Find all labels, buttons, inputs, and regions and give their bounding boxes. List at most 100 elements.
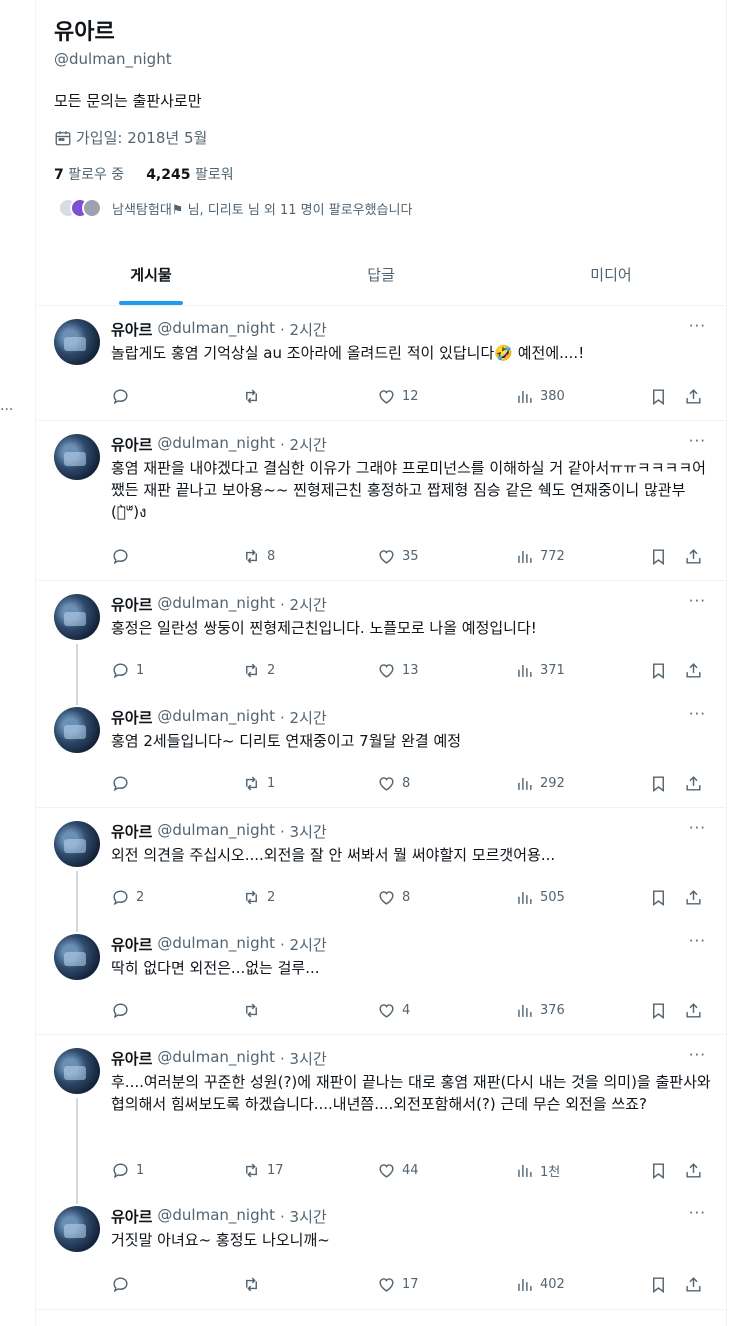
tweet-author-handle[interactable]: @dulman_night: [157, 1206, 275, 1227]
reply-button[interactable]: 2: [111, 888, 144, 907]
tweet-time[interactable]: · 2시간: [280, 319, 327, 340]
share-button[interactable]: [684, 661, 703, 680]
tweet-author-name[interactable]: 유아르: [111, 434, 152, 455]
tab-replies[interactable]: 답글: [266, 248, 496, 305]
bookmark-button[interactable]: [649, 888, 668, 907]
more-options-icon[interactable]: ···: [689, 1204, 706, 1222]
share-button[interactable]: [684, 774, 703, 793]
like-button[interactable]: 17: [377, 1275, 419, 1294]
avatar[interactable]: [54, 434, 100, 480]
like-button[interactable]: 13: [377, 661, 419, 680]
views-button[interactable]: 402: [515, 1275, 565, 1294]
tweet[interactable]: 유아르 @dulman_night · 3시간 ··· 거짓말 아녀요~ 홍정도 나…: [36, 1194, 726, 1310]
tweet-time[interactable]: · 2시간: [280, 594, 327, 615]
tweet-author-handle[interactable]: @dulman_night: [157, 594, 275, 615]
retweet-button[interactable]: [242, 1001, 267, 1020]
like-button[interactable]: 44: [377, 1161, 419, 1180]
followed-by-row[interactable]: 남색탐험대⚑ 님, 디리토 님 외 11 명이 팔로우했습니다: [58, 198, 412, 218]
retweet-button[interactable]: 2: [242, 888, 275, 907]
views-button[interactable]: 376: [515, 1001, 565, 1020]
tweet-author-name[interactable]: 유아르: [111, 319, 152, 340]
retweet-button[interactable]: 8: [242, 547, 275, 566]
views-button[interactable]: 772: [515, 547, 565, 566]
tweet[interactable]: 유아르 @dulman_night · 3시간 ··· 외전 의견을 주십시오...…: [36, 809, 726, 922]
tweet-author-handle[interactable]: @dulman_night: [157, 821, 275, 842]
tweet-author-name[interactable]: 유아르: [111, 934, 152, 955]
tweet-author-handle[interactable]: @dulman_night: [157, 1048, 275, 1069]
bookmark-button[interactable]: [649, 661, 668, 680]
views-button[interactable]: 1천: [515, 1161, 560, 1180]
tweet-author-name[interactable]: 유아르: [111, 1048, 152, 1069]
tweet-author-name[interactable]: 유아르: [111, 821, 152, 842]
share-button[interactable]: [684, 1275, 703, 1294]
bookmark-button[interactable]: [649, 1001, 668, 1020]
bookmark-button[interactable]: [649, 1275, 668, 1294]
reply-button[interactable]: [111, 547, 136, 566]
more-options-icon[interactable]: ···: [689, 317, 706, 335]
tweet-author-handle[interactable]: @dulman_night: [157, 319, 275, 340]
like-button[interactable]: 35: [377, 547, 419, 566]
tab-media[interactable]: 미디어: [496, 248, 726, 305]
tweet-author-name[interactable]: 유아르: [111, 1206, 152, 1227]
bookmark-button[interactable]: [649, 547, 668, 566]
avatar[interactable]: [54, 1048, 100, 1094]
share-button[interactable]: [684, 387, 703, 406]
tweet-author-name[interactable]: 유아르: [111, 594, 152, 615]
share-button[interactable]: [684, 547, 703, 566]
retweet-button[interactable]: 17: [242, 1161, 284, 1180]
reply-button[interactable]: [111, 774, 136, 793]
avatar[interactable]: [54, 934, 100, 980]
tweet-time[interactable]: · 3시간: [280, 1048, 327, 1069]
like-button[interactable]: 12: [377, 387, 419, 406]
retweet-button[interactable]: [242, 1275, 267, 1294]
tweet[interactable]: 유아르 @dulman_night · 2시간 ··· 홍정은 일란성 쌍둥이 찐형…: [36, 582, 726, 695]
tweet-time[interactable]: · 2시간: [280, 707, 327, 728]
retweet-button[interactable]: 1: [242, 774, 275, 793]
tweet[interactable]: 유아르 @dulman_night · 2시간 ··· 홍염 재판을 내야겠다고 결…: [36, 422, 726, 581]
tweet[interactable]: 유아르 @dulman_night · 2시간 ··· 놀랍게도 홍염 기억상실 a…: [36, 307, 726, 421]
avatar[interactable]: [54, 319, 100, 365]
tab-posts[interactable]: 게시물: [36, 248, 266, 305]
tweet-author-handle[interactable]: @dulman_night: [157, 434, 275, 455]
following-link[interactable]: 7 팔로우 중: [54, 164, 124, 184]
tweet-time[interactable]: · 2시간: [280, 434, 327, 455]
reply-button[interactable]: 1: [111, 1161, 144, 1180]
views-button[interactable]: 371: [515, 661, 565, 680]
bookmark-button[interactable]: [649, 1161, 668, 1180]
more-options-icon[interactable]: ···: [689, 705, 706, 723]
tweet-time[interactable]: · 3시간: [280, 1206, 327, 1227]
share-button[interactable]: [684, 1001, 703, 1020]
bookmark-button[interactable]: [649, 387, 668, 406]
views-button[interactable]: 380: [515, 387, 565, 406]
more-options-icon[interactable]: ···: [689, 819, 706, 837]
avatar[interactable]: [54, 1206, 100, 1252]
more-options-icon[interactable]: ···: [689, 1046, 706, 1064]
like-button[interactable]: 4: [377, 1001, 410, 1020]
tweet-author-name[interactable]: 유아르: [111, 707, 152, 728]
reply-button[interactable]: 1: [111, 661, 144, 680]
more-options-icon[interactable]: ···: [689, 592, 706, 610]
tweet-author-handle[interactable]: @dulman_night: [157, 707, 275, 728]
views-button[interactable]: 292: [515, 774, 565, 793]
views-button[interactable]: 505: [515, 888, 565, 907]
tweet[interactable]: 유아르 @dulman_night · 3시간 ··· 후....여러분의 꾸준한 …: [36, 1036, 726, 1194]
avatar[interactable]: [54, 821, 100, 867]
like-button[interactable]: 8: [377, 888, 410, 907]
retweet-button[interactable]: 2: [242, 661, 275, 680]
reply-button[interactable]: [111, 1275, 136, 1294]
tweet-time[interactable]: · 3시간: [280, 821, 327, 842]
reply-button[interactable]: [111, 1001, 136, 1020]
share-button[interactable]: [684, 888, 703, 907]
more-options-icon[interactable]: ···: [689, 932, 706, 950]
tweet-author-handle[interactable]: @dulman_night: [157, 934, 275, 955]
share-button[interactable]: [684, 1161, 703, 1180]
more-options-icon[interactable]: ···: [689, 432, 706, 450]
avatar[interactable]: [54, 707, 100, 753]
like-button[interactable]: 8: [377, 774, 410, 793]
tweet[interactable]: 유아르 @dulman_night · 2시간 ··· 딱히 없다면 외전은...없…: [36, 922, 726, 1035]
retweet-button[interactable]: [242, 387, 267, 406]
followers-link[interactable]: 4,245 팔로워: [146, 164, 233, 184]
reply-button[interactable]: [111, 387, 136, 406]
avatar[interactable]: [54, 594, 100, 640]
tweet[interactable]: 유아르 @dulman_night · 2시간 ··· 홍염 2세들입니다~ 디리토…: [36, 695, 726, 808]
